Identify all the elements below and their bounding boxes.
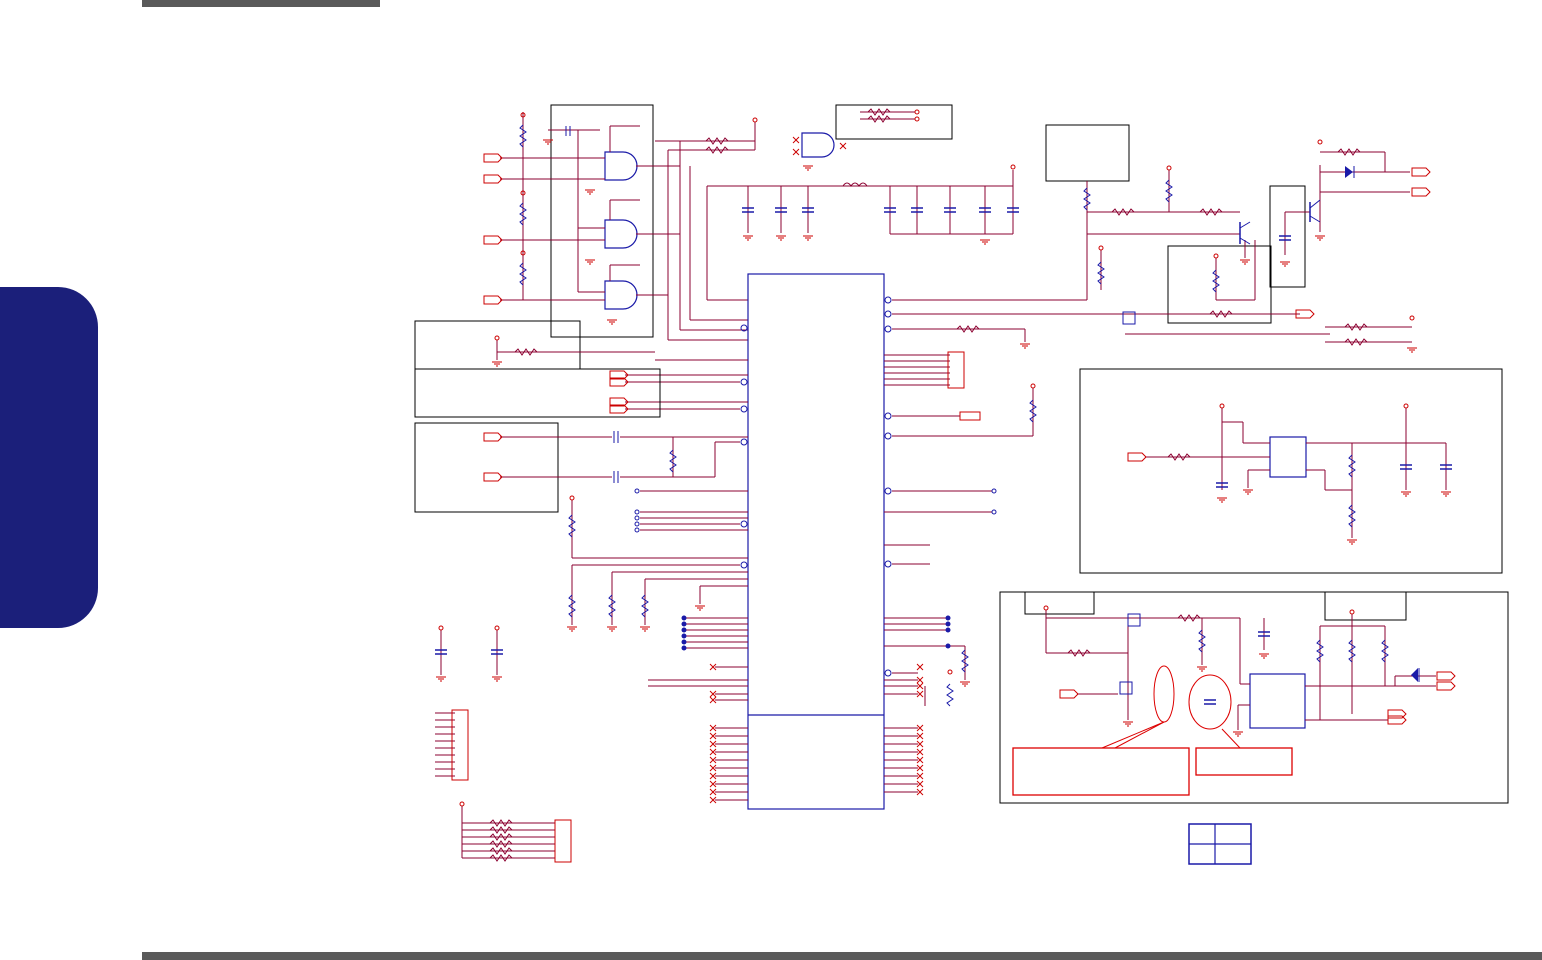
schematic-diagram: [414, 104, 1509, 865]
note-left: [1012, 747, 1190, 796]
charger-block: [999, 591, 1509, 804]
pullup-resistors: [434, 495, 706, 863]
small-gate: [792, 104, 953, 171]
transistor-block: [1045, 124, 1431, 353]
regulator-block: [1079, 368, 1503, 574]
left-input-boxes: [414, 320, 748, 513]
title-grid: [1188, 823, 1252, 865]
main-ic: [572, 273, 1130, 810]
note-right: [1195, 747, 1293, 776]
capacitor-bank: [706, 164, 1020, 301]
and-gate-group: [483, 104, 680, 338]
